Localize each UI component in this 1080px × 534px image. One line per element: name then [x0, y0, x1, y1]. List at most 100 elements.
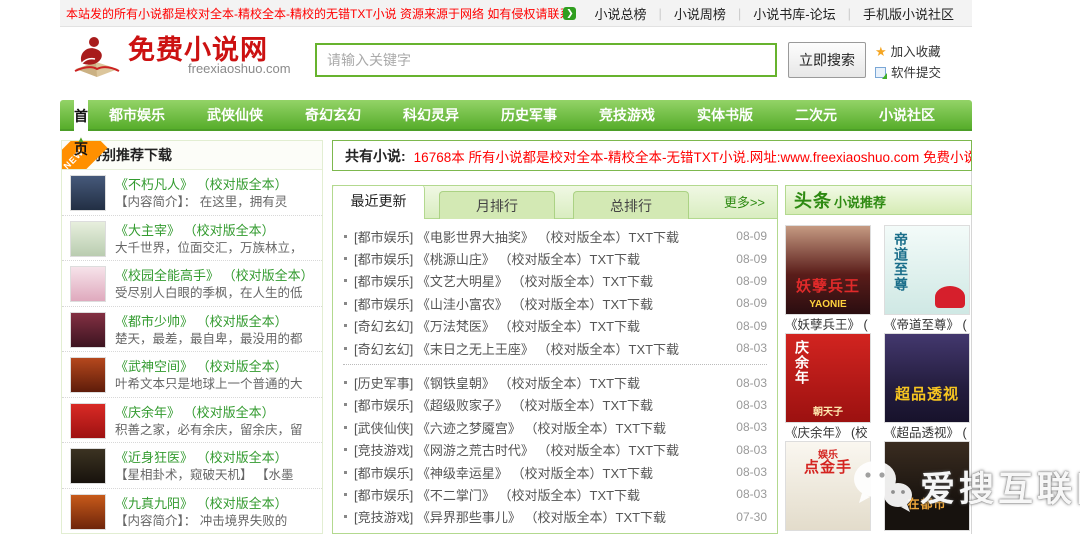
book-cover-thumbnail[interactable]	[70, 266, 106, 302]
total-count-banner: 共有小说: 16768本 所有小说都是校对全本-精校全本-无错TXT小说.网址:…	[332, 140, 972, 171]
nav-item-urban[interactable]: 都市娱乐	[88, 100, 186, 129]
nav-item-mobile[interactable]: 小说手机版	[956, 100, 1068, 129]
book-card: 帝道至尊 《帝道至尊》 (	[884, 225, 970, 333]
book-cover[interactable]: 超品透视	[884, 333, 970, 423]
book-cover[interactable]: 在都市	[884, 441, 970, 531]
tab-total-rank[interactable]: 总排行	[573, 191, 689, 219]
book-title-link[interactable]: 《武神空间》 （校对版全本）	[115, 357, 303, 376]
top-links: ❯ 小说总榜 | 小说周榜 | 小说书库-论坛 | 手机版小说社区	[563, 4, 966, 23]
book-caption[interactable]: 《帝道至尊》 (	[884, 317, 970, 333]
site-logo[interactable]: 免费小说网 freexiaoshuo.com	[72, 35, 291, 83]
book-title-link[interactable]: 《都市少帅》 （校对版全本）	[115, 312, 303, 331]
book-cover-thumbnail[interactable]	[70, 493, 106, 530]
book-title-link[interactable]: 《庆余年》 （校对版全本）	[115, 403, 303, 422]
book-cover[interactable]: 娱乐 点金手	[785, 441, 871, 531]
book-title-link[interactable]: 《校园全能高手》 （校对版全本）	[115, 266, 314, 285]
top-link-mobile-community[interactable]: 手机版小说社区	[851, 4, 966, 23]
list-item: 《武神空间》 （校对版全本） 叶希文本只是地球上一个普通的大	[62, 352, 322, 398]
table-row: [都市娱乐] 《不二掌门》 （校对版全本）TXT下载 08-03	[343, 483, 767, 505]
latest-updates-panel: 最近更新 月排行 总排行 更多>> [都市娱乐] 《电影世界大抽奖》 （校对版全…	[332, 185, 778, 534]
book-description: 【星相卦术，窥破天机】 【水墨	[115, 468, 294, 482]
total-count-label: 共有小说:	[345, 147, 406, 164]
book-card: 娱乐 点金手 《娱乐点金手》	[785, 441, 871, 534]
nav-item-fantasy[interactable]: 奇幻玄幻	[284, 100, 382, 129]
nav-item-community[interactable]: 小说社区	[858, 100, 956, 129]
book-description: 大千世界，位面交汇，万族林立，	[115, 240, 303, 255]
novel-link[interactable]: [武侠仙侠] 《六迹之梦魇宫》 （校对版全本）TXT下载	[354, 418, 666, 437]
table-row: [都市娱乐] 《神级幸运星》 （校对版全本）TXT下载 08-03	[343, 461, 767, 483]
tab-monthly-rank[interactable]: 月排行	[439, 191, 555, 219]
active-tab-arrow-icon: ▲	[77, 135, 85, 144]
book-title-link[interactable]: 《九真九阳》 （校对版全本）	[115, 494, 288, 513]
novel-link[interactable]: [奇幻玄幻] 《末日之无上王座》 （校对版全本）TXT下载	[354, 339, 679, 358]
book-cover-thumbnail[interactable]	[70, 175, 106, 211]
top-bar: 本站发的所有小说都是校对全本-精校全本-精校的无错TXT小说 资源来源于网络 如…	[60, 0, 972, 27]
book-cover-thumbnail[interactable]	[70, 357, 106, 393]
book-cover[interactable]: 庆余年 朝天子	[785, 333, 871, 423]
top-link-rank-total[interactable]: 小说总榜	[582, 4, 658, 23]
nav-item-print[interactable]: 实体书版	[676, 100, 774, 129]
table-row: [奇幻玄幻] 《末日之无上王座》 （校对版全本）TXT下载 08-03	[343, 337, 767, 359]
book-description: 积善之家，必有余庆，留余庆，留	[115, 422, 303, 437]
update-date: 08-03	[736, 442, 767, 457]
table-row: [历史军事] 《钢铁皇朝》 （校对版全本）TXT下载 08-03	[343, 371, 767, 393]
top-link-rank-week[interactable]: 小说周榜	[662, 4, 738, 23]
update-date: 08-09	[736, 318, 767, 333]
novel-link[interactable]: [都市娱乐] 《电影世界大抽奖》 （校对版全本）TXT下载	[354, 227, 679, 246]
table-row: [竞技游戏] 《网游之荒古时代》 （校对版全本）TXT下载 08-03	[343, 439, 767, 461]
book-cover-thumbnail[interactable]	[70, 220, 106, 257]
header-quick-links: ★ 加入收藏 软件提交	[875, 41, 941, 84]
novel-link[interactable]: [都市娱乐] 《桃源山庄》 （校对版全本）TXT下载	[354, 249, 640, 268]
novel-link[interactable]: [都市娱乐] 《神级幸运星》 （校对版全本）TXT下载	[354, 463, 653, 482]
book-title-link[interactable]: 《大主宰》 （校对版全本）	[115, 221, 303, 240]
nav-item-home[interactable]: 首页 ▲	[74, 100, 88, 157]
bullet-icon	[344, 324, 347, 328]
book-title-link[interactable]: 《不朽凡人》 （校对版全本）	[115, 175, 288, 194]
more-link[interactable]: 更多>>	[724, 192, 777, 211]
book-caption[interactable]: 《庆余年》 (校	[785, 425, 871, 441]
novel-link[interactable]: [历史军事] 《钢铁皇朝》 （校对版全本）TXT下载	[354, 373, 640, 392]
book-title-link[interactable]: 《近身狂医》 （校对版全本）	[115, 448, 293, 467]
search-input[interactable]	[315, 43, 777, 77]
dotted-divider	[343, 364, 767, 366]
update-date: 08-03	[736, 465, 767, 480]
software-submit-link[interactable]: 软件提交	[875, 63, 941, 84]
novel-link[interactable]: [竞技游戏] 《网游之荒古时代》 （校对版全本）TXT下载	[354, 440, 679, 459]
book-cover[interactable]: 妖孽兵王 YAONIE	[785, 225, 871, 315]
table-row: [都市娱乐] 《桃源山庄》 （校对版全本）TXT下载 08-09	[343, 247, 767, 269]
table-row: [竞技游戏] 《异界那些事儿》 （校对版全本）TXT下载 07-30	[343, 506, 767, 528]
nav-item-history[interactable]: 历史军事	[480, 100, 578, 129]
nav-item-game[interactable]: 竞技游戏	[578, 100, 676, 129]
nav-item-scifi[interactable]: 科幻灵异	[382, 100, 480, 129]
book-cover[interactable]: 帝道至尊	[884, 225, 970, 315]
recommend-sidebar: NEW 特别推荐下载 《不朽凡人》 （校对版全本） 【内容简介】： 在这里，拥有…	[61, 140, 323, 534]
table-row: [都市娱乐] 《山洼小富农》 （校对版全本）TXT下载 08-09	[343, 292, 767, 314]
book-cover-thumbnail[interactable]	[70, 311, 106, 348]
bullet-icon	[344, 279, 347, 283]
tab-latest-updates[interactable]: 最近更新	[333, 186, 425, 219]
novel-link[interactable]: [奇幻玄幻] 《万法梵医》 （校对版全本）TXT下载	[354, 316, 640, 335]
site-domain: freexiaoshuo.com	[188, 61, 291, 76]
novel-link[interactable]: [都市娱乐] 《文艺大明星》 （校对版全本）TXT下载	[354, 271, 653, 290]
total-count-text: 16768本 所有小说都是校对全本-精校全本-无错TXT小说.网址:www.fr…	[413, 149, 972, 165]
novel-link[interactable]: [都市娱乐] 《超级败家子》 （校对版全本）TXT下载	[354, 395, 653, 414]
book-description: 【内容简介】： 冲击境界失败的	[115, 513, 288, 528]
nav-item-wuxia[interactable]: 武侠仙侠	[186, 100, 284, 129]
book-cover-thumbnail[interactable]	[70, 402, 106, 439]
novel-link[interactable]: [竞技游戏] 《异界那些事儿》 （校对版全本）TXT下载	[354, 507, 666, 526]
search-button[interactable]: 立即搜索	[788, 42, 866, 78]
book-description: 受尽别人白眼的季枫，在人生的低	[115, 286, 303, 300]
novel-link[interactable]: [都市娱乐] 《山洼小富农》 （校对版全本）TXT下载	[354, 294, 653, 313]
book-caption[interactable]: 《妖孽兵王》 (	[785, 317, 871, 333]
novel-link[interactable]: [都市娱乐] 《不二掌门》 （校对版全本）TXT下载	[354, 485, 640, 504]
nav-item-acg[interactable]: 二次元	[774, 100, 858, 129]
tab-strip: 最近更新 月排行 总排行 更多>>	[333, 186, 777, 219]
book-cover-thumbnail[interactable]	[70, 448, 106, 484]
add-favorite-link[interactable]: ★ 加入收藏	[875, 41, 941, 63]
list-item: 《校园全能高手》 （校对版全本） 受尽别人白眼的季枫，在人生的低	[62, 261, 322, 307]
book-card: 妖孽兵王 YAONIE 《妖孽兵王》 (	[785, 225, 871, 333]
book-caption[interactable]: 《超品透视》 (	[884, 425, 970, 441]
top-link-library-forum[interactable]: 小说书库-论坛	[741, 4, 847, 23]
table-row: [都市娱乐] 《文艺大明星》 （校对版全本）TXT下载 08-09	[343, 270, 767, 292]
update-date: 08-03	[736, 341, 767, 356]
